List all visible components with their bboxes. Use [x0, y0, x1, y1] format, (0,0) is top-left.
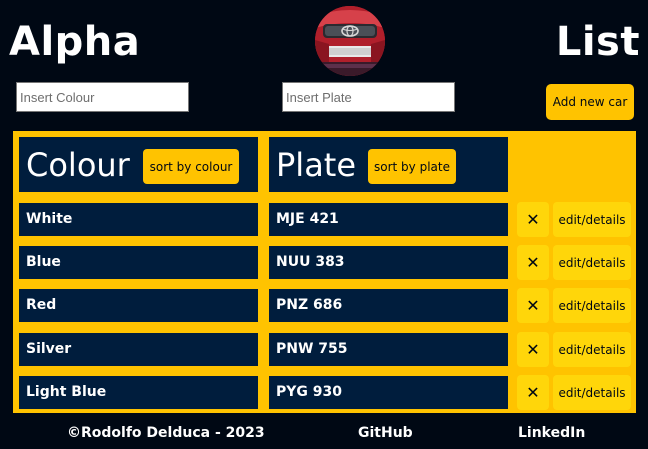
delete-row-button[interactable]: ✕ [517, 375, 549, 410]
close-icon: ✕ [526, 296, 540, 315]
row-plate-cell: NUU 383 [269, 246, 508, 279]
delete-row-button[interactable]: ✕ [517, 202, 549, 237]
colour-input[interactable] [16, 82, 189, 112]
sort-by-plate-button[interactable]: sort by plate [368, 149, 456, 184]
edit-details-button[interactable]: edit/details [553, 245, 631, 280]
github-link[interactable]: GitHub [358, 424, 413, 442]
edit-details-button[interactable]: edit/details [553, 332, 631, 367]
close-icon: ✕ [526, 253, 540, 272]
colour-header: Colour [26, 146, 130, 184]
delete-row-button[interactable]: ✕ [517, 288, 549, 323]
row-plate-cell: PNZ 686 [269, 289, 508, 322]
delete-row-button[interactable]: ✕ [517, 332, 549, 367]
plate-input[interactable] [282, 82, 455, 112]
row-colour-cell: Light Blue [19, 376, 258, 409]
row-plate-cell: MJE 421 [269, 203, 508, 236]
row-colour-cell: White [19, 203, 258, 236]
add-new-car-button[interactable]: Add new car [546, 84, 634, 120]
edit-details-button[interactable]: edit/details [553, 288, 631, 323]
row-plate-cell: PNW 755 [269, 333, 508, 366]
app-title-left: Alpha [9, 19, 141, 65]
toyota-car-logo-icon [315, 6, 385, 76]
row-plate-cell: PYG 930 [269, 376, 508, 409]
edit-details-button[interactable]: edit/details [553, 375, 631, 410]
close-icon: ✕ [526, 210, 540, 229]
app-title-right: List [555, 19, 640, 65]
edit-details-button[interactable]: edit/details [553, 202, 631, 237]
close-icon: ✕ [526, 340, 540, 359]
copyright-text: ©Rodolfo Delduca - 2023 [67, 425, 265, 441]
close-icon: ✕ [526, 383, 540, 402]
delete-row-button[interactable]: ✕ [517, 245, 549, 280]
row-colour-cell: Silver [19, 333, 258, 366]
plate-header-cell: Plate sort by plate [269, 137, 508, 192]
car-table: Colour sort by colour Plate sort by plat… [13, 131, 636, 413]
linkedin-link[interactable]: LinkedIn [518, 424, 585, 442]
plate-header: Plate [276, 146, 357, 184]
colour-header-cell: Colour sort by colour [19, 137, 258, 192]
row-colour-cell: Red [19, 289, 258, 322]
row-colour-cell: Blue [19, 246, 258, 279]
sort-by-colour-button[interactable]: sort by colour [143, 149, 239, 184]
